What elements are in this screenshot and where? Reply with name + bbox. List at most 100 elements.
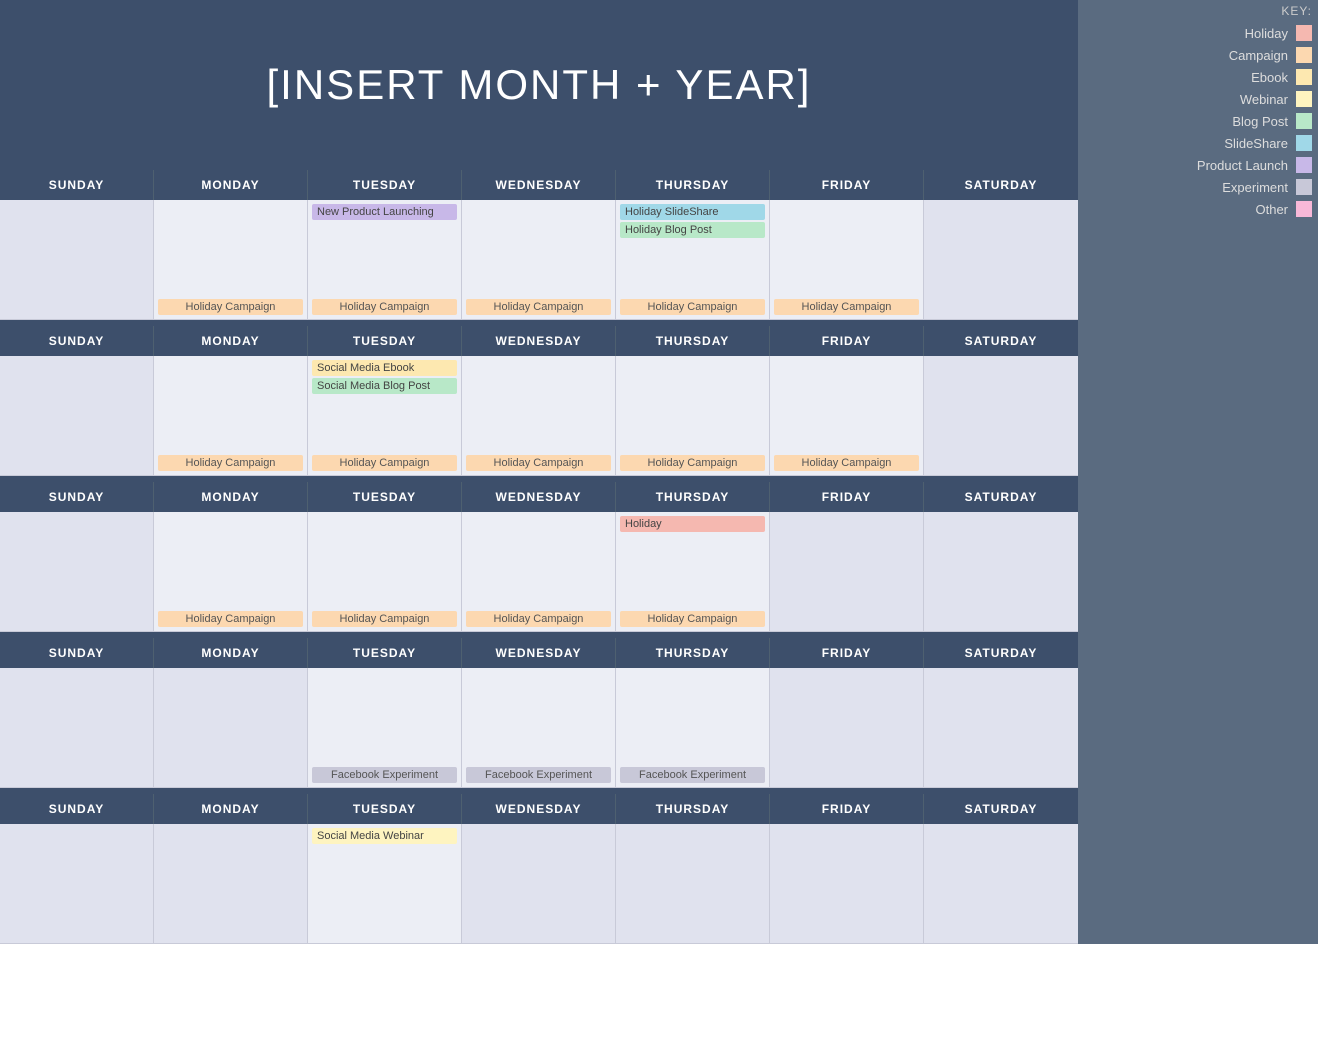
- legend-color-box: [1296, 157, 1312, 173]
- week-header: SUNDAYMONDAYTUESDAYWEDNESDAYTHURSDAYFRID…: [0, 326, 1078, 356]
- day-header: TUESDAY: [308, 482, 462, 512]
- day-header: SATURDAY: [924, 794, 1078, 824]
- day-cell: Holiday Campaign: [154, 512, 308, 632]
- day-cell: Holiday Campaign: [462, 512, 616, 632]
- day-header: MONDAY: [154, 170, 308, 200]
- day-cell: Holiday SlideShareHoliday Blog PostHolid…: [616, 200, 770, 320]
- week-header: SUNDAYMONDAYTUESDAYWEDNESDAYTHURSDAYFRID…: [0, 794, 1078, 824]
- day-cell: Social Media Webinar: [308, 824, 462, 944]
- legend-color-box: [1296, 25, 1312, 41]
- day-cell: [924, 824, 1078, 944]
- day-cell: Facebook Experiment: [616, 668, 770, 788]
- legend-color-box: [1296, 69, 1312, 85]
- bottom-event: Holiday Campaign: [620, 455, 765, 471]
- day-header: TUESDAY: [308, 170, 462, 200]
- day-header: SUNDAY: [0, 638, 154, 668]
- day-cell: Holiday Campaign: [154, 356, 308, 476]
- day-header: SUNDAY: [0, 326, 154, 356]
- day-cell: [0, 356, 154, 476]
- day-header: FRIDAY: [770, 326, 924, 356]
- day-cell: New Product LaunchingHoliday Campaign: [308, 200, 462, 320]
- legend-item-label: Webinar: [1240, 92, 1288, 107]
- day-header: SATURDAY: [924, 326, 1078, 356]
- calendar: SUNDAYMONDAYTUESDAYWEDNESDAYTHURSDAYFRID…: [0, 170, 1078, 944]
- legend-color-box: [1296, 47, 1312, 63]
- day-header: WEDNESDAY: [462, 638, 616, 668]
- legend-item-label: Blog Post: [1232, 114, 1288, 129]
- day-header: WEDNESDAY: [462, 482, 616, 512]
- day-header: THURSDAY: [616, 794, 770, 824]
- day-cell: [924, 200, 1078, 320]
- week-header: SUNDAYMONDAYTUESDAYWEDNESDAYTHURSDAYFRID…: [0, 170, 1078, 200]
- bottom-event: Holiday Campaign: [158, 455, 303, 471]
- bottom-event: Holiday Campaign: [466, 455, 611, 471]
- event-tag: Holiday SlideShare: [620, 204, 765, 220]
- day-header: SATURDAY: [924, 638, 1078, 668]
- legend-color-box: [1296, 179, 1312, 195]
- day-cell: [0, 200, 154, 320]
- day-cell: Holiday Campaign: [770, 200, 924, 320]
- bottom-event: Holiday Campaign: [466, 611, 611, 627]
- day-cell: [616, 824, 770, 944]
- legend-item: Holiday: [1078, 22, 1318, 44]
- day-cell: [0, 824, 154, 944]
- day-header: TUESDAY: [308, 326, 462, 356]
- bottom-event: Holiday Campaign: [312, 611, 457, 627]
- legend-item: Other: [1078, 198, 1318, 220]
- day-header: FRIDAY: [770, 794, 924, 824]
- event-tag: Social Media Ebook: [312, 360, 457, 376]
- day-cell: [0, 668, 154, 788]
- header: [INSERT MONTH + YEAR]: [0, 0, 1078, 170]
- legend-item-label: Campaign: [1229, 48, 1288, 63]
- day-cell: [770, 512, 924, 632]
- day-header: FRIDAY: [770, 482, 924, 512]
- legend-key-label: KEY:: [1078, 0, 1318, 22]
- legend-item-label: Experiment: [1222, 180, 1288, 195]
- week-header: SUNDAYMONDAYTUESDAYWEDNESDAYTHURSDAYFRID…: [0, 638, 1078, 668]
- legend-color-box: [1296, 113, 1312, 129]
- legend-item: Experiment: [1078, 176, 1318, 198]
- day-header: SATURDAY: [924, 170, 1078, 200]
- page-title: [INSERT MONTH + YEAR]: [267, 61, 812, 109]
- day-header: WEDNESDAY: [462, 170, 616, 200]
- week-row-3: Facebook Experiment Facebook Experiment Fa…: [0, 668, 1078, 788]
- day-cell: Holiday Campaign: [616, 356, 770, 476]
- day-header: MONDAY: [154, 326, 308, 356]
- day-cell: [462, 824, 616, 944]
- week-header: SUNDAYMONDAYTUESDAYWEDNESDAYTHURSDAYFRID…: [0, 482, 1078, 512]
- day-cell: Holiday Campaign: [462, 200, 616, 320]
- day-header: MONDAY: [154, 794, 308, 824]
- legend-color-box: [1296, 201, 1312, 217]
- day-header: THURSDAY: [616, 482, 770, 512]
- bottom-event: Holiday Campaign: [312, 455, 457, 471]
- bottom-event: Facebook Experiment: [312, 767, 457, 783]
- day-header: TUESDAY: [308, 638, 462, 668]
- week-row-2: Holiday CampaignHoliday CampaignHoliday …: [0, 512, 1078, 632]
- day-cell: Holiday Campaign: [154, 200, 308, 320]
- legend-item: SlideShare: [1078, 132, 1318, 154]
- day-header: SUNDAY: [0, 482, 154, 512]
- day-header: MONDAY: [154, 482, 308, 512]
- bottom-event: Holiday Campaign: [312, 299, 457, 315]
- legend-color-box: [1296, 91, 1312, 107]
- legend-item: Campaign: [1078, 44, 1318, 66]
- day-header: SUNDAY: [0, 794, 154, 824]
- day-cell: [924, 668, 1078, 788]
- legend-item: Blog Post: [1078, 110, 1318, 132]
- legend-item-label: SlideShare: [1224, 136, 1288, 151]
- legend-color-box: [1296, 135, 1312, 151]
- legend-item: Ebook: [1078, 66, 1318, 88]
- bottom-event: Holiday Campaign: [466, 299, 611, 315]
- day-cell: Holiday Campaign: [308, 512, 462, 632]
- day-cell: [154, 824, 308, 944]
- legend-item: Product Launch: [1078, 154, 1318, 176]
- event-tag: Holiday Blog Post: [620, 222, 765, 238]
- day-cell: [770, 668, 924, 788]
- bottom-event: Holiday Campaign: [620, 611, 765, 627]
- legend-item-label: Other: [1255, 202, 1288, 217]
- bottom-event: Facebook Experiment: [466, 767, 611, 783]
- bottom-event: Holiday Campaign: [158, 299, 303, 315]
- legend-item-label: Product Launch: [1197, 158, 1288, 173]
- day-cell: Social Media EbookSocial Media Blog Post…: [308, 356, 462, 476]
- day-header: WEDNESDAY: [462, 794, 616, 824]
